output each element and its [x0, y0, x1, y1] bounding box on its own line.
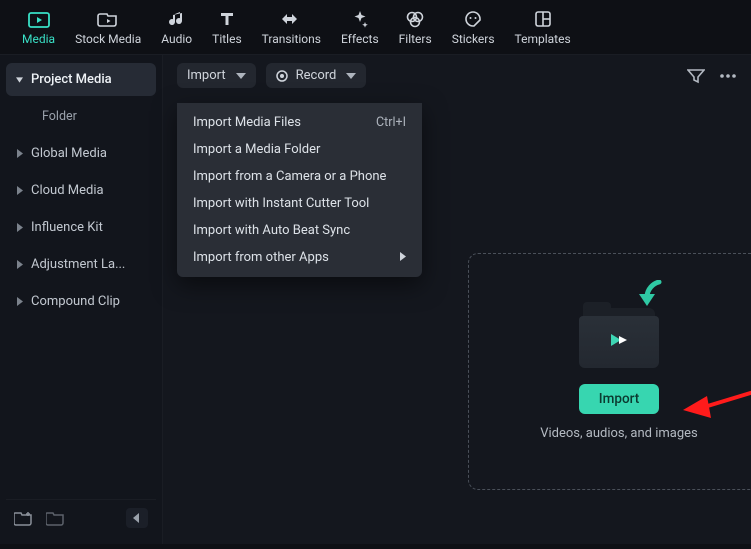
titles-icon [218, 10, 236, 28]
menu-import-instant-cutter[interactable]: Import with Instant Cutter Tool [177, 190, 422, 217]
nav-label: Templates [515, 32, 571, 46]
menu-item-label: Import from a Camera or a Phone [193, 169, 386, 184]
menu-import-auto-beat-sync[interactable]: Import with Auto Beat Sync [177, 217, 422, 244]
nav-stock-media[interactable]: Stock Media [65, 6, 151, 52]
nav-label: Stickers [452, 32, 495, 46]
stickers-icon [464, 10, 482, 28]
audio-icon [168, 10, 186, 28]
sidebar-item-label: Global Media [31, 146, 107, 161]
templates-icon [534, 10, 552, 28]
new-folder-icon[interactable] [14, 510, 32, 526]
nav-media[interactable]: Media [12, 6, 65, 52]
chevron-right-icon [16, 297, 23, 306]
nav-titles[interactable]: Titles [202, 6, 251, 52]
chevron-right-icon [16, 260, 23, 269]
sidebar-footer [6, 499, 156, 536]
chevron-down-icon [346, 73, 356, 79]
sidebar-influence-kit[interactable]: Influence Kit [6, 211, 156, 244]
chevron-right-icon [16, 149, 23, 158]
content-toolbar: Import Import Media Files Ctrl+I Import … [163, 55, 751, 96]
sidebar-item-label: Folder [42, 109, 77, 124]
menu-import-other-apps[interactable]: Import from other Apps [177, 244, 422, 271]
folder-icon[interactable] [46, 510, 64, 526]
import-dropdown-button[interactable]: Import [177, 63, 256, 88]
record-label: Record [296, 68, 337, 83]
nav-label: Titles [212, 32, 241, 46]
menu-import-media-folder[interactable]: Import a Media Folder [177, 136, 422, 163]
sidebar-item-label: Influence Kit [31, 220, 103, 235]
sidebar-adjustment-layer[interactable]: Adjustment La... [6, 248, 156, 281]
nav-label: Effects [341, 32, 379, 46]
chevron-right-icon [16, 223, 23, 232]
download-arrow-icon [633, 280, 665, 318]
menu-item-label: Import Media Files [193, 115, 301, 130]
sidebar-item-label: Compound Clip [31, 294, 120, 309]
chevron-down-icon [236, 73, 246, 79]
sidebar-item-label: Project Media [31, 72, 112, 87]
content-pane: Import Import Media Files Ctrl+I Import … [163, 55, 751, 544]
nav-stickers[interactable]: Stickers [442, 6, 505, 52]
import-dropzone[interactable]: Import Videos, audios, and images [468, 253, 751, 490]
sidebar-project-media[interactable]: Project Media [6, 63, 156, 96]
import-button[interactable]: Import [579, 384, 659, 414]
sidebar-item-label: Cloud Media [31, 183, 104, 198]
nav-transitions[interactable]: Transitions [252, 6, 331, 52]
transitions-icon [280, 10, 302, 28]
nav-label: Audio [161, 32, 192, 46]
sidebar-item-label: Adjustment La... [31, 257, 125, 272]
nav-templates[interactable]: Templates [505, 6, 581, 52]
chevron-down-icon [16, 76, 23, 84]
more-options-icon[interactable] [719, 73, 737, 79]
nav-effects[interactable]: Effects [331, 6, 389, 52]
import-menu: Import Media Files Ctrl+I Import a Media… [177, 103, 422, 277]
nav-filters[interactable]: Filters [389, 6, 442, 52]
menu-item-shortcut: Ctrl+I [376, 115, 406, 130]
menu-item-label: Import with Instant Cutter Tool [193, 196, 369, 211]
menu-item-label: Import with Auto Beat Sync [193, 223, 350, 238]
record-dropdown-button[interactable]: Record [266, 63, 367, 88]
filter-icon[interactable] [687, 68, 705, 84]
import-label: Import [187, 68, 226, 83]
chevron-right-icon [400, 250, 406, 265]
sidebar-cloud-media[interactable]: Cloud Media [6, 174, 156, 207]
nav-label: Filters [399, 32, 432, 46]
filmora-logo-icon [575, 328, 663, 352]
menu-item-label: Import from other Apps [193, 250, 329, 265]
nav-label: Transitions [262, 32, 321, 46]
nav-audio[interactable]: Audio [151, 6, 202, 52]
import-button-label: Import [599, 391, 639, 407]
nav-label: Stock Media [75, 32, 141, 46]
sidebar: Project Media Folder Global Media Cloud … [0, 55, 163, 544]
folder-graphic [575, 302, 663, 372]
record-icon [276, 70, 288, 82]
chevron-right-icon [16, 186, 23, 195]
effects-icon [351, 10, 369, 28]
sidebar-compound-clip[interactable]: Compound Clip [6, 285, 156, 318]
nav-label: Media [22, 32, 55, 46]
menu-import-media-files[interactable]: Import Media Files Ctrl+I [177, 109, 422, 136]
dropzone-hint: Videos, audios, and images [540, 426, 698, 441]
filters-icon [405, 10, 425, 28]
sidebar-global-media[interactable]: Global Media [6, 137, 156, 170]
menu-import-camera-phone[interactable]: Import from a Camera or a Phone [177, 163, 422, 190]
menu-item-label: Import a Media Folder [193, 142, 320, 157]
top-nav: Media Stock Media Audio Titles Transitio… [0, 0, 751, 55]
media-icon [28, 10, 50, 28]
sidebar-folder[interactable]: Folder [6, 100, 156, 133]
stock-media-icon [97, 10, 119, 28]
collapse-sidebar-button[interactable] [126, 508, 148, 528]
